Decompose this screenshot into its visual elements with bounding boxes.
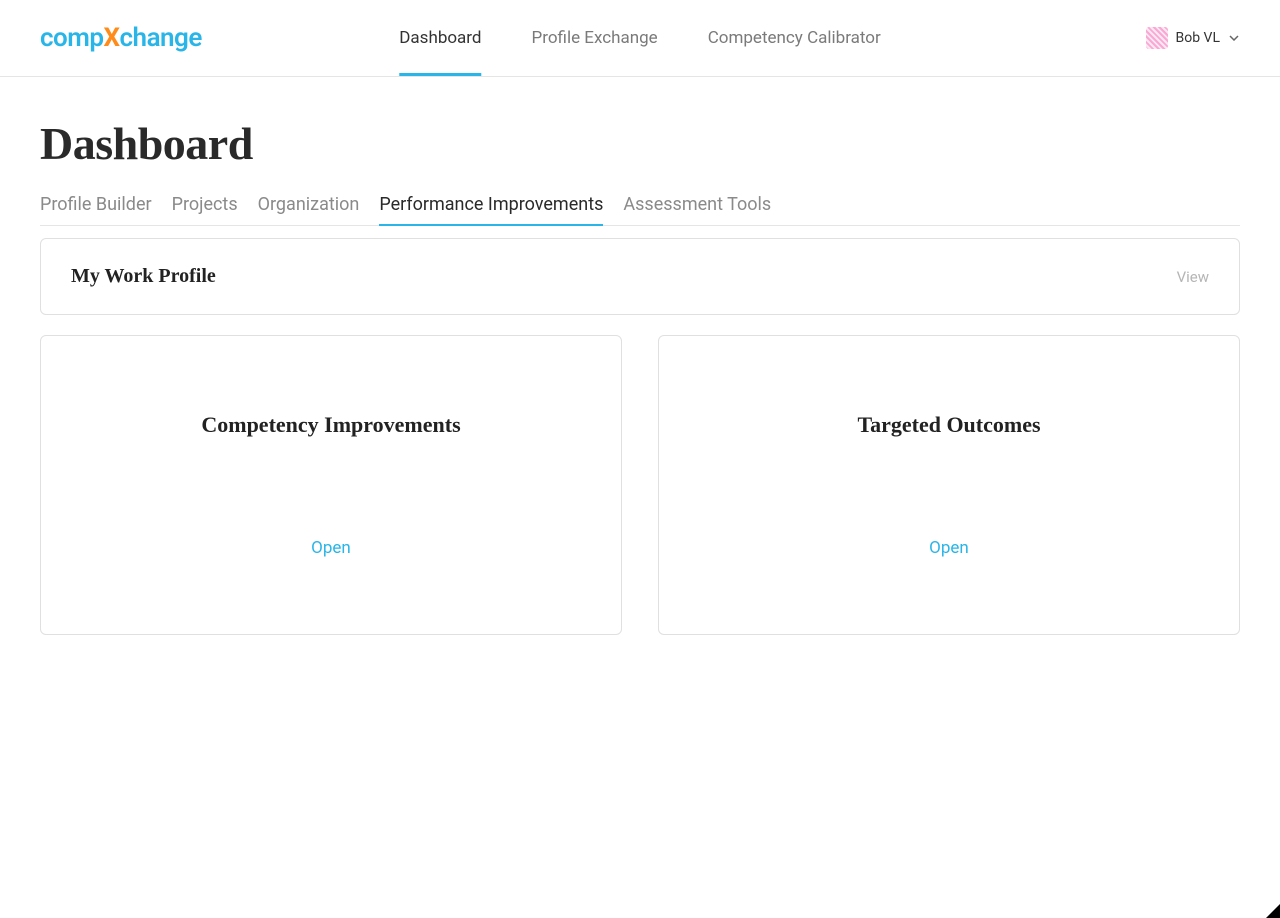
user-name: Bob VL: [1176, 30, 1221, 46]
nav-label: Dashboard: [399, 28, 481, 48]
tab-projects[interactable]: Projects: [172, 194, 238, 225]
tab-label: Profile Builder: [40, 194, 152, 215]
card-title: Competency Improvements: [201, 412, 460, 438]
avatar: [1146, 27, 1168, 49]
work-profile-title: My Work Profile: [71, 265, 216, 288]
header: compXchange Dashboard Profile Exchange C…: [0, 0, 1280, 77]
card-grid: Competency Improvements Open Targeted Ou…: [40, 335, 1240, 635]
tab-performance-improvements[interactable]: Performance Improvements: [379, 194, 603, 225]
main-content: Dashboard Profile Builder Projects Organ…: [0, 77, 1280, 675]
page-title: Dashboard: [40, 117, 1240, 170]
tab-label: Assessment Tools: [623, 194, 771, 215]
nav-competency-calibrator[interactable]: Competency Calibrator: [708, 0, 881, 76]
nav-dashboard[interactable]: Dashboard: [399, 0, 481, 76]
user-menu[interactable]: Bob VL: [1146, 27, 1241, 49]
logo-part-x: X: [103, 23, 119, 53]
nav-profile-exchange[interactable]: Profile Exchange: [532, 0, 658, 76]
work-profile-view-link[interactable]: View: [1177, 268, 1209, 286]
open-button[interactable]: Open: [311, 538, 351, 558]
nav-label: Competency Calibrator: [708, 28, 881, 48]
resize-handle-icon[interactable]: [1266, 904, 1280, 918]
tab-label: Performance Improvements: [379, 194, 603, 215]
logo-part-change: change: [120, 23, 202, 53]
logo[interactable]: compXchange: [40, 23, 202, 53]
card-targeted-outcomes: Targeted Outcomes Open: [658, 335, 1240, 635]
tab-label: Organization: [258, 194, 360, 215]
top-nav: Dashboard Profile Exchange Competency Ca…: [399, 0, 880, 76]
tab-profile-builder[interactable]: Profile Builder: [40, 194, 152, 225]
card-competency-improvements: Competency Improvements Open: [40, 335, 622, 635]
tab-organization[interactable]: Organization: [258, 194, 360, 225]
sub-tabs: Profile Builder Projects Organization Pe…: [40, 194, 1240, 226]
card-title: Targeted Outcomes: [857, 412, 1040, 438]
tab-label: Projects: [172, 194, 238, 215]
chevron-down-icon: [1228, 32, 1240, 44]
nav-label: Profile Exchange: [532, 28, 658, 48]
tab-assessment-tools[interactable]: Assessment Tools: [623, 194, 771, 225]
open-button[interactable]: Open: [929, 538, 969, 558]
work-profile-card: My Work Profile View: [40, 238, 1240, 315]
logo-part-comp: comp: [40, 23, 103, 53]
